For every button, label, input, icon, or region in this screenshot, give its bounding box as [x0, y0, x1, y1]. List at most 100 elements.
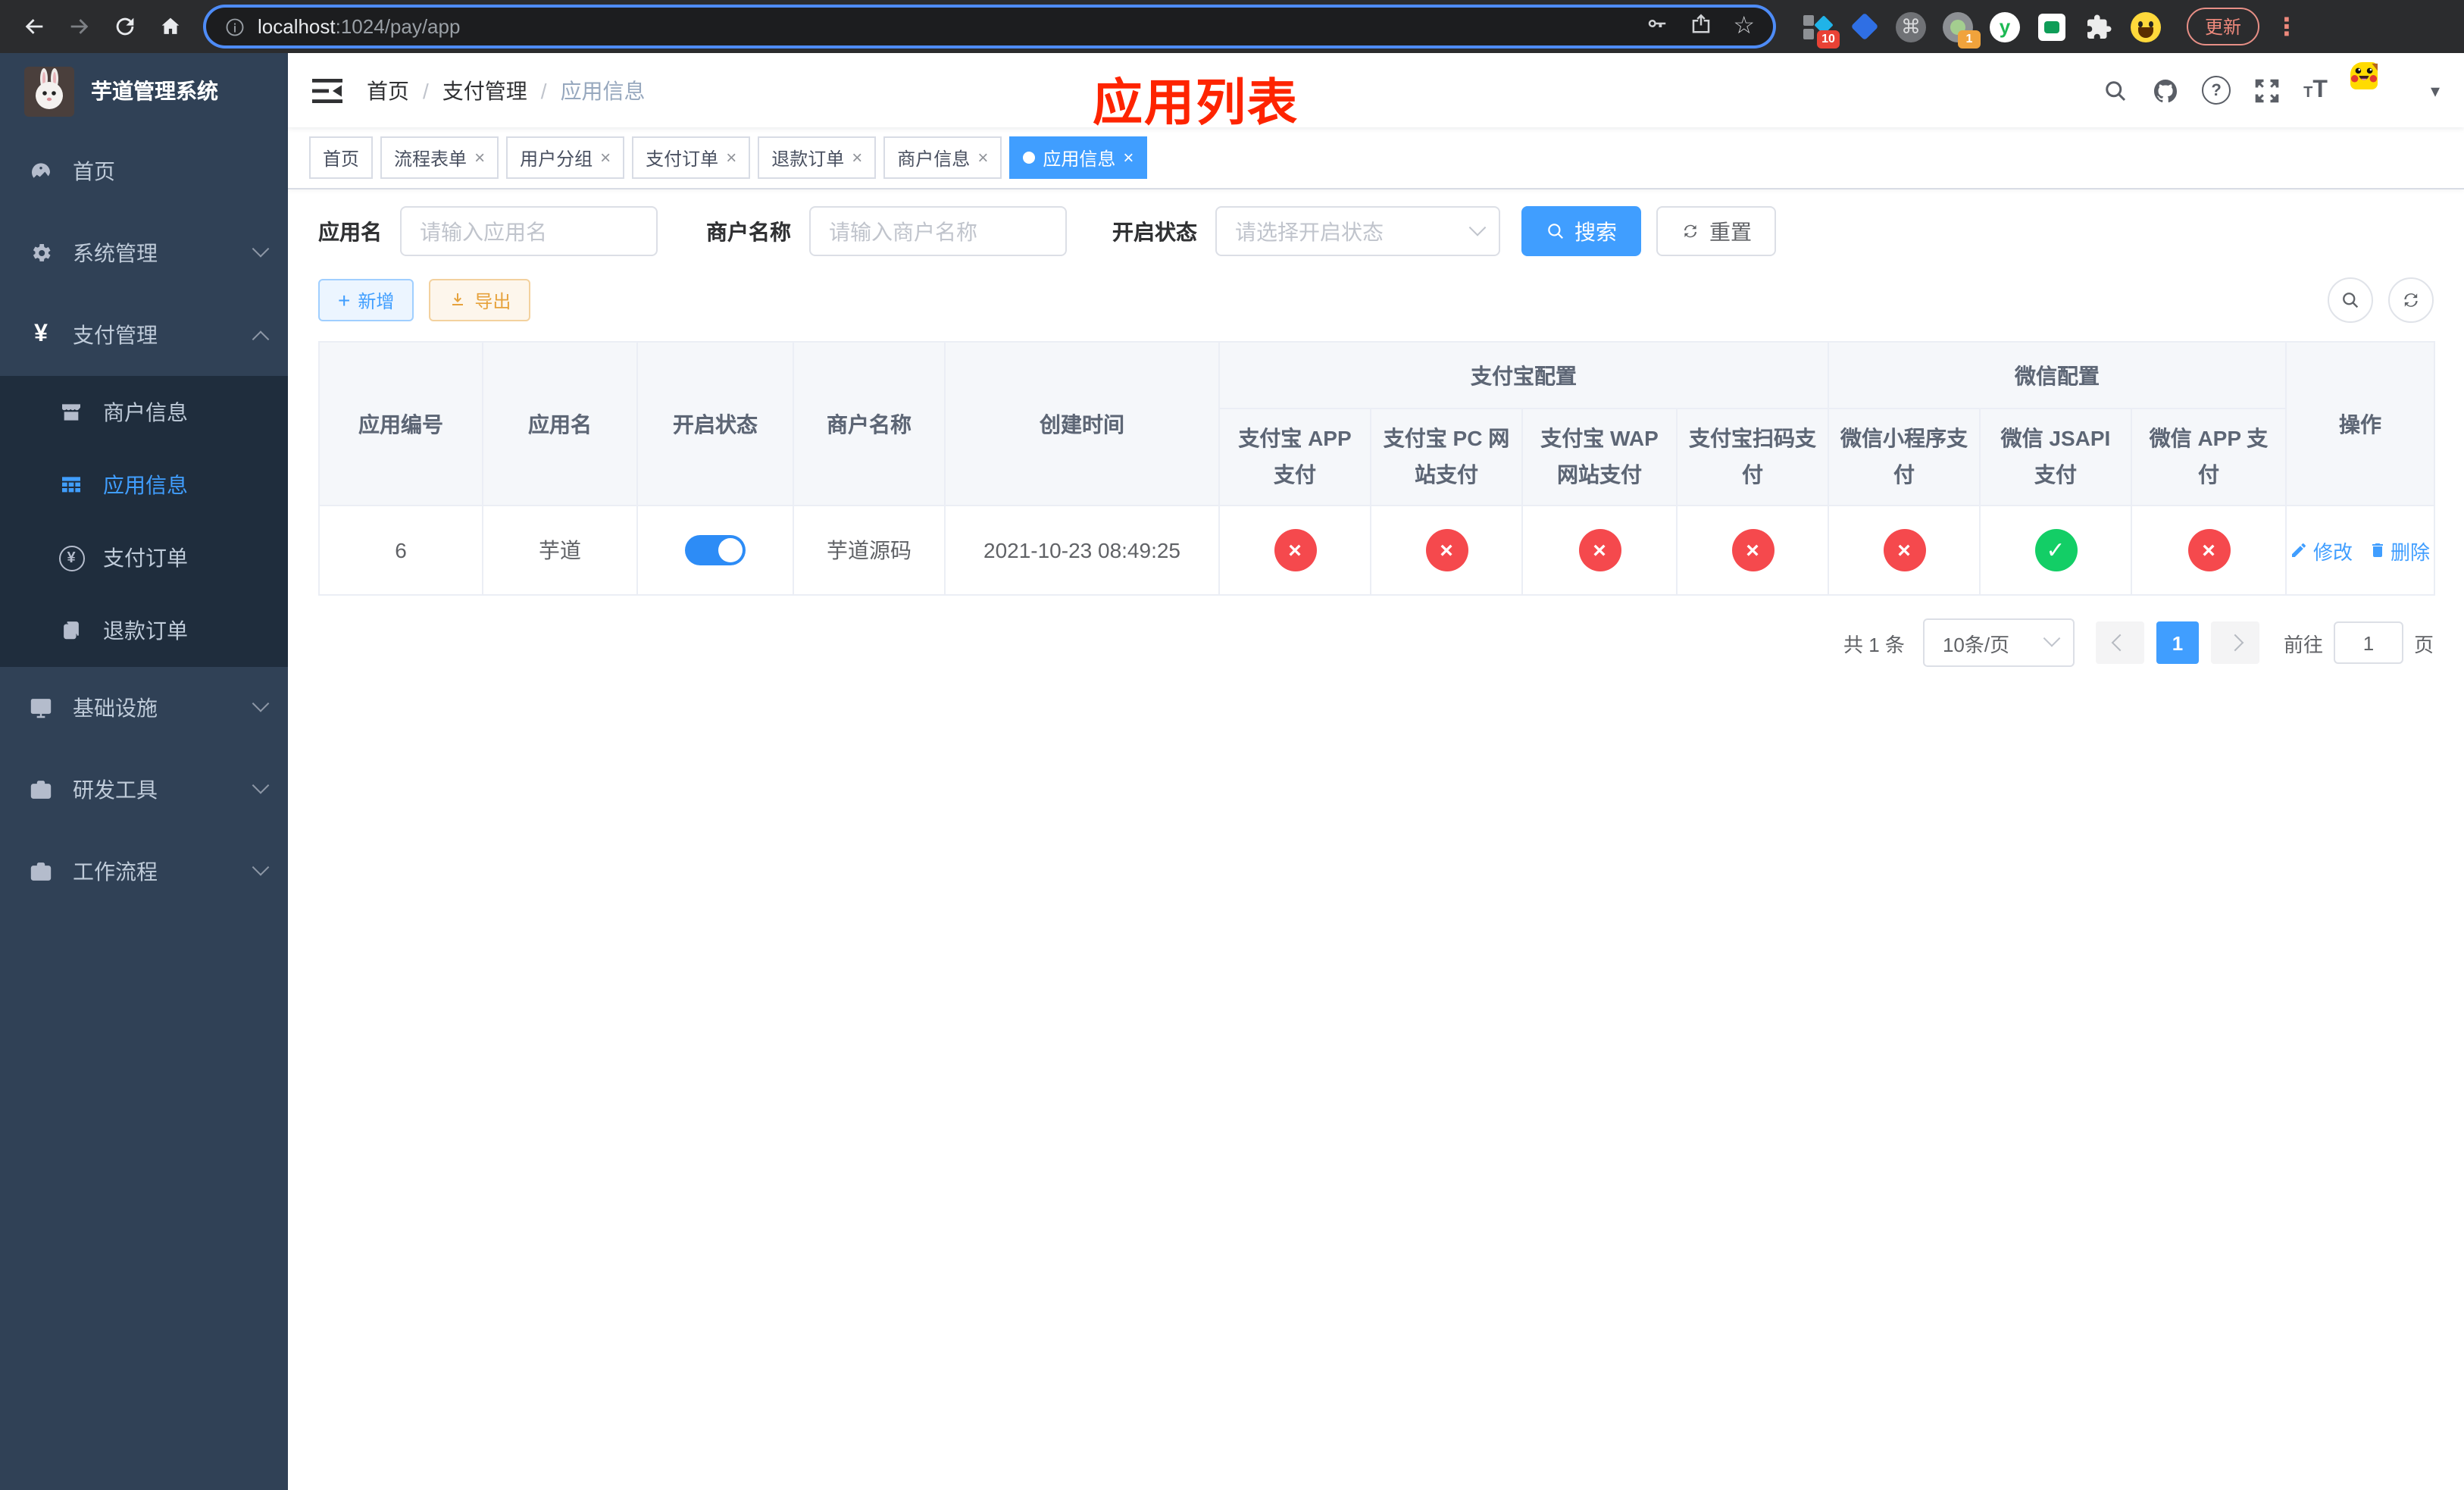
search-icon[interactable] — [2102, 77, 2129, 104]
extension-badge: 10 — [1817, 30, 1840, 48]
app-name-input[interactable] — [400, 206, 658, 256]
gear-icon — [27, 241, 55, 265]
browser-forward-icon[interactable] — [61, 8, 97, 45]
help-icon[interactable] — [2202, 76, 2231, 105]
merchant-name-input[interactable] — [809, 206, 1067, 256]
delete-link[interactable]: 删除 — [2368, 536, 2430, 565]
dashboard-icon — [27, 159, 55, 183]
site-info-icon[interactable] — [224, 16, 245, 37]
sidebar-item-home[interactable]: 首页 — [0, 130, 288, 212]
extension-kite-icon[interactable] — [1847, 10, 1881, 43]
sidebar-item-merchant-info[interactable]: 商户信息 — [0, 376, 288, 449]
next-page-button[interactable] — [2210, 621, 2259, 664]
close-icon[interactable] — [852, 149, 862, 167]
sidebar-item-refund-orders[interactable]: 退款订单 — [0, 594, 288, 667]
sidebar-item-system[interactable]: 系统管理 — [0, 212, 288, 294]
extension-command-icon[interactable] — [1894, 10, 1928, 43]
sidebar-item-workflow[interactable]: 工作流程 — [0, 831, 288, 912]
browser-back-icon[interactable] — [15, 8, 52, 45]
breadcrumb-current: 应用信息 — [560, 78, 646, 102]
prev-page-button[interactable] — [2095, 621, 2144, 664]
edit-link[interactable]: 修改 — [2290, 536, 2353, 565]
chevron-down-icon — [252, 859, 270, 876]
avatar-caret-icon[interactable] — [2431, 77, 2440, 104]
profile-emoji-icon[interactable] — [2129, 10, 2162, 43]
toggle-search-button[interactable] — [2328, 277, 2373, 323]
page-number-current[interactable]: 1 — [2156, 621, 2199, 664]
sidebar-item-app-info[interactable]: 应用信息 — [0, 449, 288, 521]
close-icon[interactable] — [474, 149, 485, 167]
alipay-app-status-badge — [1274, 529, 1316, 571]
document-icon — [58, 618, 85, 643]
breadcrumb-home[interactable]: 首页 — [367, 75, 409, 105]
tab-process-form[interactable]: 流程表单 — [380, 136, 499, 179]
close-icon[interactable] — [977, 149, 988, 167]
col-header-app-name: 应用名 — [482, 341, 638, 506]
font-size-icon[interactable] — [2303, 77, 2328, 104]
status-select[interactable]: 请选择开启状态 — [1215, 206, 1500, 256]
sidebar: 芋道管理系统 首页 系统管理 支付管理 — [0, 53, 288, 1490]
bookmark-star-icon[interactable] — [1733, 13, 1755, 40]
edit-pen-icon — [2292, 543, 2306, 557]
extension-icons: 10 1 y — [1800, 10, 2162, 48]
tab-home[interactable]: 首页 — [309, 136, 374, 179]
refresh-icon — [2404, 293, 2418, 307]
sidebar-item-pay-orders[interactable]: 支付订单 — [0, 521, 288, 594]
sidebar-submenu-payment: 商户信息 应用信息 支付订单 退款订单 — [0, 376, 288, 667]
refresh-table-button[interactable] — [2388, 277, 2434, 323]
col-header-alipay-app: 支付宝 APP 支付 — [1218, 408, 1371, 506]
sidebar-item-infrastructure[interactable]: 基础设施 — [0, 667, 288, 749]
address-bar[interactable]: localhost:1024/pay/app — [206, 8, 1773, 45]
close-icon[interactable] — [1123, 149, 1134, 167]
chrome-menu-icon[interactable] — [2275, 11, 2299, 42]
tab-pay-orders[interactable]: 支付订单 — [632, 136, 751, 179]
close-icon[interactable] — [600, 149, 611, 167]
sidebar-collapse-icon[interactable] — [312, 77, 342, 104]
breadcrumb-payment[interactable]: 支付管理 — [442, 75, 527, 105]
extension-recorder-icon[interactable]: 1 — [1941, 10, 1981, 48]
tab-app-info[interactable]: 应用信息 — [1009, 136, 1148, 179]
close-icon[interactable] — [726, 149, 736, 167]
extension-y-icon[interactable]: y — [1988, 10, 2022, 43]
extension-chat-icon[interactable] — [2035, 10, 2068, 43]
fullscreen-icon[interactable] — [2253, 77, 2281, 104]
export-button[interactable]: 导出 — [429, 279, 531, 321]
browser-toolbar: localhost:1024/pay/app 10 1 y — [0, 0, 2464, 53]
browser-reload-icon[interactable] — [106, 8, 142, 45]
shop-icon — [58, 400, 85, 424]
app-name-label: 应用名 — [318, 219, 382, 243]
sidebar-logo[interactable]: 芋道管理系统 — [0, 53, 288, 129]
reset-button[interactable]: 重置 — [1656, 206, 1776, 256]
app-window: localhost:1024/pay/app 10 1 y — [0, 0, 2464, 1490]
user-avatar[interactable] — [2350, 61, 2408, 119]
yen-icon — [27, 321, 55, 349]
alipay-qr-status-badge — [1731, 529, 1774, 571]
search-button[interactable]: 搜索 — [1521, 206, 1641, 256]
sidebar-item-payment[interactable]: 支付管理 — [0, 294, 288, 376]
tab-refund-orders[interactable]: 退款订单 — [758, 136, 877, 179]
tab-user-group[interactable]: 用户分组 — [506, 136, 625, 179]
github-icon[interactable] — [2152, 77, 2179, 104]
refresh-icon — [1684, 224, 1697, 238]
page-size-select[interactable]: 10条/页 — [1922, 618, 2075, 667]
cell-app-name: 芋道 — [482, 505, 638, 596]
password-key-icon[interactable] — [1645, 11, 1668, 42]
col-header-alipay-wap: 支付宝 WAP 网站支付 — [1521, 408, 1678, 506]
tab-merchant-info[interactable]: 商户信息 — [883, 136, 1002, 179]
chevron-up-icon — [252, 330, 270, 348]
group-header-wechat: 微信配置 — [1828, 341, 2287, 409]
cell-app-id: 6 — [318, 505, 483, 596]
add-button[interactable]: 新增 — [318, 279, 414, 321]
goto-page-input[interactable] — [2333, 621, 2403, 664]
col-header-create-time: 创建时间 — [944, 341, 1220, 506]
chrome-update-button[interactable]: 更新 — [2187, 8, 2260, 45]
alipay-wap-status-badge — [1578, 529, 1621, 571]
extensions-puzzle-icon[interactable] — [2082, 10, 2115, 43]
status-toggle[interactable] — [685, 535, 746, 565]
page-annotation-title: 应用列表 — [1093, 74, 1299, 130]
browser-home-icon[interactable] — [152, 8, 188, 45]
share-icon[interactable] — [1689, 11, 1712, 42]
sidebar-item-dev-tools[interactable]: 研发工具 — [0, 749, 288, 831]
col-header-wechat-mini: 微信小程序支付 — [1828, 408, 1981, 506]
extension-blocks-icon[interactable]: 10 — [1800, 10, 1840, 48]
